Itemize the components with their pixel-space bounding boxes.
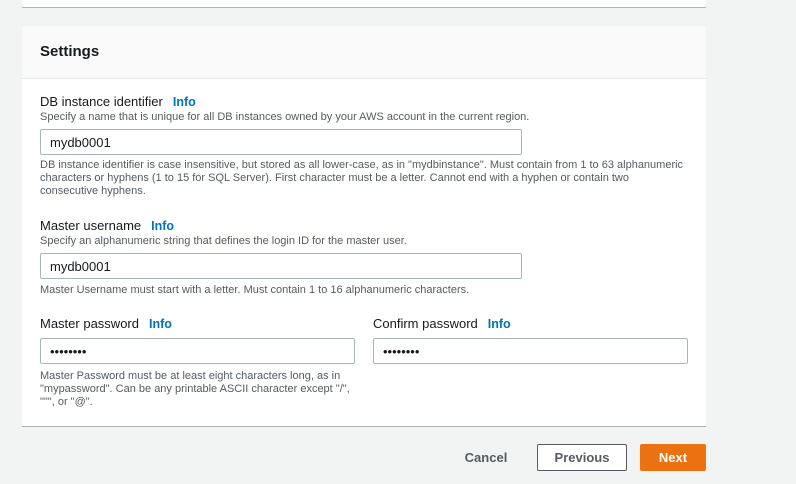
master-username-input[interactable]: [40, 253, 522, 279]
master-username-constraint: Master Username must start with a letter…: [40, 284, 470, 296]
db-identifier-constraint-line: consecutive hyphens.: [40, 185, 146, 197]
previous-panel-edge: [22, 0, 706, 8]
master-username-info-link[interactable]: Info: [151, 219, 174, 233]
master-password-constraint-line: "mypassword". Can be any printable ASCII…: [40, 383, 350, 395]
master-password-label-row: Master password Info: [40, 316, 172, 331]
master-password-input[interactable]: [40, 338, 355, 364]
previous-button[interactable]: Previous: [537, 444, 627, 471]
settings-panel: Settings DB instance identifier Info Spec…: [22, 26, 706, 427]
next-button[interactable]: Next: [640, 444, 706, 471]
master-username-label-row: Master username Info: [40, 218, 174, 233]
master-password-constraint: Master Password must be at least eight c…: [40, 370, 360, 409]
db-identifier-constraint-line: DB instance identifier is case insensiti…: [40, 159, 684, 171]
master-password-constraint-line: Master Password must be at least eight c…: [40, 370, 341, 382]
db-identifier-constraint-line: characters or hyphens (1 to 15 for SQL S…: [40, 172, 629, 184]
master-password-info-link[interactable]: Info: [149, 317, 172, 331]
db-identifier-input[interactable]: [40, 129, 522, 155]
confirm-password-input[interactable]: [373, 338, 688, 364]
master-username-description: Specify an alphanumeric string that defi…: [40, 235, 407, 247]
cancel-button[interactable]: Cancel: [456, 444, 516, 471]
master-username-label: Master username: [40, 218, 142, 233]
confirm-password-label-row: Confirm password Info: [373, 316, 511, 331]
db-identifier-description: Specify a name that is unique for all DB…: [40, 111, 530, 123]
settings-title: Settings: [40, 43, 100, 60]
master-password-constraint-line: """, or "@".: [40, 396, 93, 408]
db-identifier-constraint: DB instance identifier is case insensiti…: [40, 159, 700, 198]
confirm-password-label: Confirm password: [373, 316, 478, 331]
settings-panel-header: Settings: [22, 26, 706, 79]
db-identifier-info-link[interactable]: Info: [173, 95, 196, 109]
master-password-label: Master password: [40, 316, 139, 331]
db-identifier-label-row: DB instance identifier Info: [40, 94, 196, 109]
confirm-password-info-link[interactable]: Info: [488, 317, 511, 331]
db-identifier-label: DB instance identifier: [40, 94, 163, 109]
